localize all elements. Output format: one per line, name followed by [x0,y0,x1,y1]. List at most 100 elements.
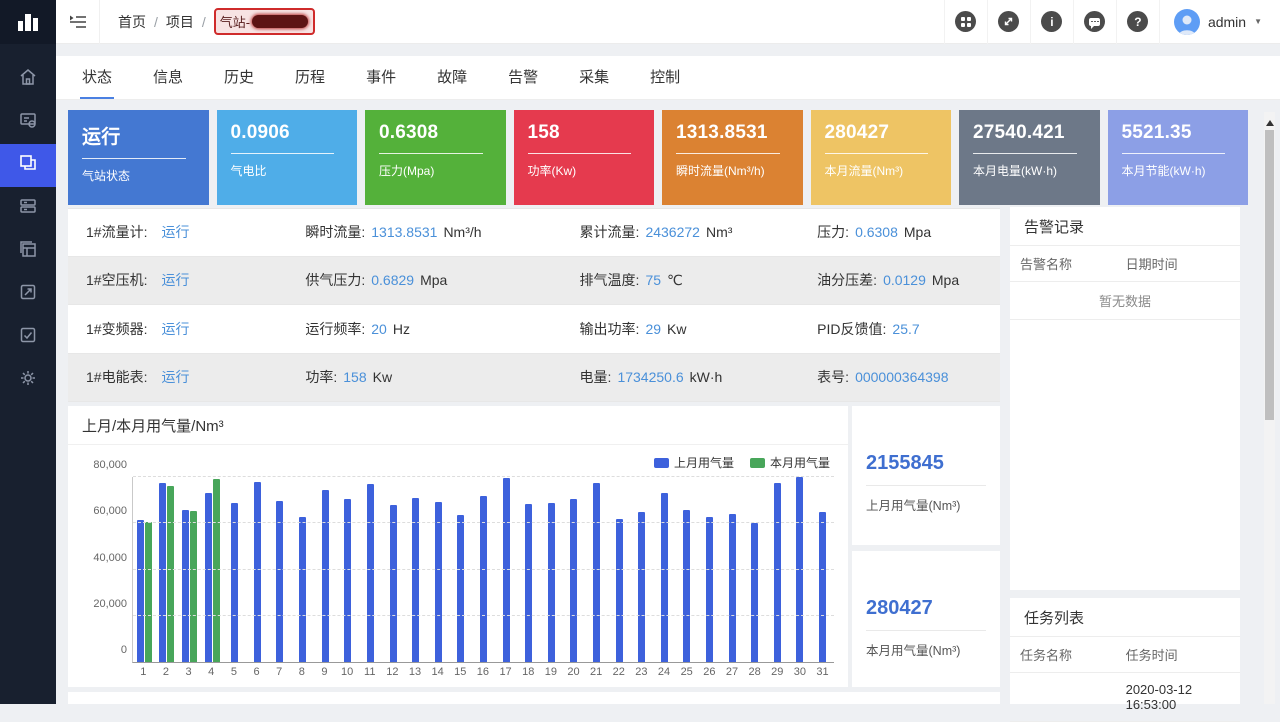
field-label: 电量: [580,367,612,387]
chart-bar[interactable] [706,517,713,662]
sidebar-item-settings[interactable] [0,359,56,402]
sidebar-item-devices[interactable] [0,187,56,230]
breadcrumb-separator: / [202,14,206,30]
chart-bar[interactable] [276,501,283,662]
breadcrumb-station-prefix: 气站- [220,12,250,31]
chart-day-slot [133,477,156,662]
gear-icon [18,368,38,393]
chart-bar[interactable] [751,523,758,662]
check-square-icon [18,325,38,350]
vertical-scrollbar[interactable] [1264,112,1275,704]
info-button[interactable]: i [1030,0,1073,44]
card-station-status[interactable]: 运行 气站状态 [68,110,209,205]
tab-info[interactable]: 信息 [151,56,185,99]
chart-bar[interactable] [167,486,174,662]
tab-collect[interactable]: 采集 [577,56,611,99]
chart-bar[interactable] [390,505,397,662]
sidebar-item-projects[interactable] [0,144,56,187]
tab-timeline[interactable]: 历程 [293,56,327,99]
card-instant-flow[interactable]: 1313.8531 瞬时流量(Nm³/h) [662,110,803,205]
device-status-link[interactable]: 运行 [161,222,189,242]
x-axis-tick: 9 [313,666,336,678]
breadcrumb-project[interactable]: 项目 [166,12,194,32]
device-rows: 1#流量计:运行瞬时流量:1313.8531Nm³/h累计流量:2436272N… [68,208,1000,402]
card-pressure[interactable]: 0.6308 压力(Mpa) [365,110,506,205]
card-month-energy[interactable]: 27540.421 本月电量(kW·h) [959,110,1100,205]
fullscreen-button[interactable] [987,0,1030,44]
chart-bar[interactable] [231,503,238,662]
chart-bar[interactable] [683,510,690,662]
table-header: 任务名称 任务时间 [1010,637,1240,673]
chart-bar[interactable] [819,512,826,662]
app-logo[interactable] [0,0,56,44]
device-status-link[interactable]: 运行 [161,367,189,387]
chart-bar[interactable] [593,483,600,662]
chart-bar[interactable] [205,493,212,662]
breadcrumb-home[interactable]: 首页 [118,12,146,32]
chart-bar[interactable] [616,519,623,662]
chart-bar[interactable] [661,493,668,662]
apps-button[interactable] [944,0,987,44]
buildings-logo-icon [16,11,40,33]
chart-bar[interactable] [145,522,152,662]
chart-bar[interactable] [137,520,144,662]
chart-bar[interactable] [322,490,329,662]
chart-bar[interactable] [638,512,645,662]
tab-faults[interactable]: 故障 [435,56,469,99]
chart-bar[interactable] [503,478,510,662]
card-gas-electric-ratio[interactable]: 0.0906 气电比 [217,110,358,205]
chart-bar[interactable] [190,511,197,662]
sidebar-item-monitor[interactable] [0,101,56,144]
x-axis-tick: 26 [698,666,721,678]
help-button[interactable]: ? [1116,0,1159,44]
chart-bar[interactable] [457,515,464,662]
card-month-savings[interactable]: 5521.35 本月节能(kW·h) [1108,110,1249,205]
card-value: 158 [528,122,641,144]
chart-bar[interactable] [299,517,306,662]
stat-label: 上月用气量(Nm³) [866,495,986,514]
chart-bar[interactable] [159,483,166,662]
breadcrumb-station[interactable]: 气站- [214,8,315,35]
tab-events[interactable]: 事件 [364,56,398,99]
sidebar-item-home[interactable] [0,58,56,101]
chart-bar[interactable] [182,510,189,662]
scrollbar-thumb[interactable] [1265,130,1274,420]
card-power[interactable]: 158 功率(Kw) [514,110,655,205]
device-field: 油分压差:0.0129Mpa [817,270,1000,290]
task-rows: 2020-03-12 16:53:00 [1010,673,1240,722]
sidebar-item-reports[interactable] [0,230,56,273]
scroll-up-arrow-icon[interactable] [1266,116,1274,126]
stat-label: 本月用气量(Nm³) [866,640,986,659]
chart-bar[interactable] [480,496,487,662]
chart-bar[interactable] [213,479,220,662]
sidebar-collapse-button[interactable] [56,0,100,44]
device-status-link[interactable]: 运行 [161,319,189,339]
server-icon [18,196,38,221]
tab-alarms[interactable]: 告警 [506,56,540,99]
tab-control[interactable]: 控制 [648,56,682,99]
legend-item[interactable]: 本月用气量 [750,454,830,471]
sidebar-item-tasks[interactable] [0,316,56,359]
chart-bar[interactable] [548,503,555,662]
field-unit: Nm³ [706,224,732,240]
user-menu[interactable]: admin ▼ [1159,0,1280,44]
chart-day-slot [563,477,586,662]
x-axis-tick: 19 [540,666,563,678]
chart-bar[interactable] [525,504,532,662]
tab-bar: 状态 信息 历史 历程 事件 故障 告警 采集 控制 [56,56,1280,100]
chart-bar[interactable] [435,502,442,662]
legend-item[interactable]: 上月用气量 [654,454,734,471]
sidebar-item-dispatch[interactable] [0,273,56,316]
chart-bar[interactable] [774,483,781,662]
card-month-flow[interactable]: 280427 本月流量(Nm³) [811,110,952,205]
card-label: 本月流量(Nm³) [825,162,938,179]
chart-bar[interactable] [729,514,736,662]
field-value: 0.0129 [883,272,926,288]
tab-history[interactable]: 历史 [222,56,256,99]
tab-status[interactable]: 状态 [80,56,114,99]
device-status-link[interactable]: 运行 [161,270,189,290]
chart-bar[interactable] [254,482,261,662]
device-field: 表号:000000364398 [817,367,1000,387]
chart-bar[interactable] [367,484,374,662]
messages-button[interactable] [1073,0,1116,44]
